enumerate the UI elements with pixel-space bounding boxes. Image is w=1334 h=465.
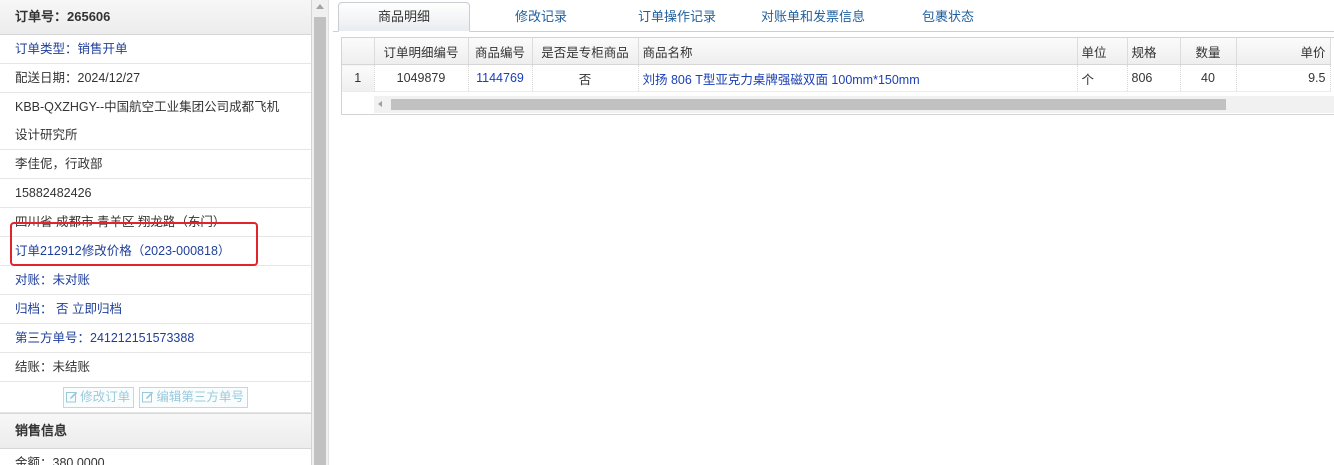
row-number: 1 <box>342 64 375 92</box>
table-header-row: 订单明细编号 商品编号 是否是专柜商品 商品名称 单位 规格 数量 单价 <box>342 38 1331 65</box>
scroll-up-arrow-icon[interactable] <box>316 4 324 9</box>
col-header-is-counter[interactable]: 是否是专柜商品 <box>532 38 639 65</box>
edit-order-label: 修改订单 <box>80 390 131 405</box>
order-number-header: 订单号：265606 <box>0 0 311 35</box>
customer-name-line1: KBB-QXZHGY--中国航空工业集团公司成都飞机 <box>15 100 280 114</box>
edit-icon <box>66 392 78 403</box>
contact-phone: 15882482426 <box>0 179 311 208</box>
edit-third-party-button[interactable]: 编辑第三方单号 <box>139 387 248 409</box>
col-header-spec[interactable]: 规格 <box>1127 38 1181 65</box>
spec-cell: 806 <box>1127 64 1181 92</box>
product-name-link[interactable]: 刘扬 806 T型亚克力桌牌强磁双面 100mm*150mm <box>638 64 1078 92</box>
unit-cell: 个 <box>1077 64 1128 92</box>
annotation-highlight-box <box>10 222 258 266</box>
detail-id-cell: 1049879 <box>374 64 469 92</box>
sales-info-header: 销售信息 <box>0 413 311 449</box>
contact-person: 李佳伲，行政部 <box>0 150 311 179</box>
detail-tabs: 商品明细 修改记录 订单操作记录 对账单和发票信息 包裹状态 <box>333 0 1334 32</box>
detail-area: 商品明细 修改记录 订单操作记录 对账单和发票信息 包裹状态 订单明细编号 商品… <box>333 0 1334 465</box>
order-type: 订单类型：销售开单 <box>0 35 311 64</box>
col-header-price[interactable]: 单价 <box>1236 38 1331 65</box>
order-info-panel: 订单号：265606 订单类型：销售开单 配送日期：2024/12/27 KBB… <box>0 0 312 465</box>
price-cell: 9.5 <box>1236 64 1331 92</box>
col-header-product-name[interactable]: 商品名称 <box>638 38 1078 65</box>
tab-statement-invoice[interactable]: 对账单和发票信息 <box>743 3 883 30</box>
is-counter-cell: 否 <box>532 64 639 92</box>
third-party-order-number: 第三方单号：241212151573388 <box>0 324 311 353</box>
grid-horizontal-scrollbar[interactable] <box>374 96 1334 113</box>
edit-order-button[interactable]: 修改订单 <box>63 387 135 409</box>
col-header-unit[interactable]: 单位 <box>1077 38 1128 65</box>
edit-icon <box>142 392 154 403</box>
product-grid: 订单明细编号 商品编号 是否是专柜商品 商品名称 单位 规格 数量 单价 1 1… <box>341 37 1334 115</box>
qty-cell: 40 <box>1180 64 1237 92</box>
tab-product-details[interactable]: 商品明细 <box>338 2 470 32</box>
scrollbar-thumb[interactable] <box>391 99 1226 110</box>
scrollbar-thumb[interactable] <box>314 17 326 465</box>
delivery-date: 配送日期：2024/12/27 <box>0 64 311 93</box>
customer-name-line2: 设计研究所 <box>0 121 311 150</box>
left-panel-scrollbar[interactable] <box>312 0 329 465</box>
col-header-rownum <box>342 38 375 65</box>
col-header-product-id[interactable]: 商品编号 <box>468 38 533 65</box>
tab-order-operations[interactable]: 订单操作记录 <box>612 3 742 30</box>
scroll-left-arrow-icon[interactable] <box>378 101 382 107</box>
reconciliation-status[interactable]: 对账：未对账 <box>0 266 311 295</box>
col-header-qty[interactable]: 数量 <box>1180 38 1237 65</box>
archive-status[interactable]: 归档： 否 立即归档 <box>0 295 311 324</box>
product-table: 订单明细编号 商品编号 是否是专柜商品 商品名称 单位 规格 数量 单价 1 1… <box>342 38 1331 92</box>
tab-change-log[interactable]: 修改记录 <box>476 3 606 30</box>
order-action-buttons: 修改订单 编辑第三方单号 <box>0 382 311 413</box>
sales-amount: 金额：380.0000 <box>15 456 105 465</box>
product-id-link[interactable]: 1144769 <box>468 64 533 92</box>
table-row[interactable]: 1 1049879 1144769 否 刘扬 806 T型亚克力桌牌强磁双面 1… <box>342 64 1331 92</box>
settlement-status: 结账：未结账 <box>0 353 311 382</box>
edit-third-party-label: 编辑第三方单号 <box>156 390 244 405</box>
tab-package-status[interactable]: 包裹状态 <box>893 3 1003 30</box>
col-header-detail-id[interactable]: 订单明细编号 <box>374 38 469 65</box>
